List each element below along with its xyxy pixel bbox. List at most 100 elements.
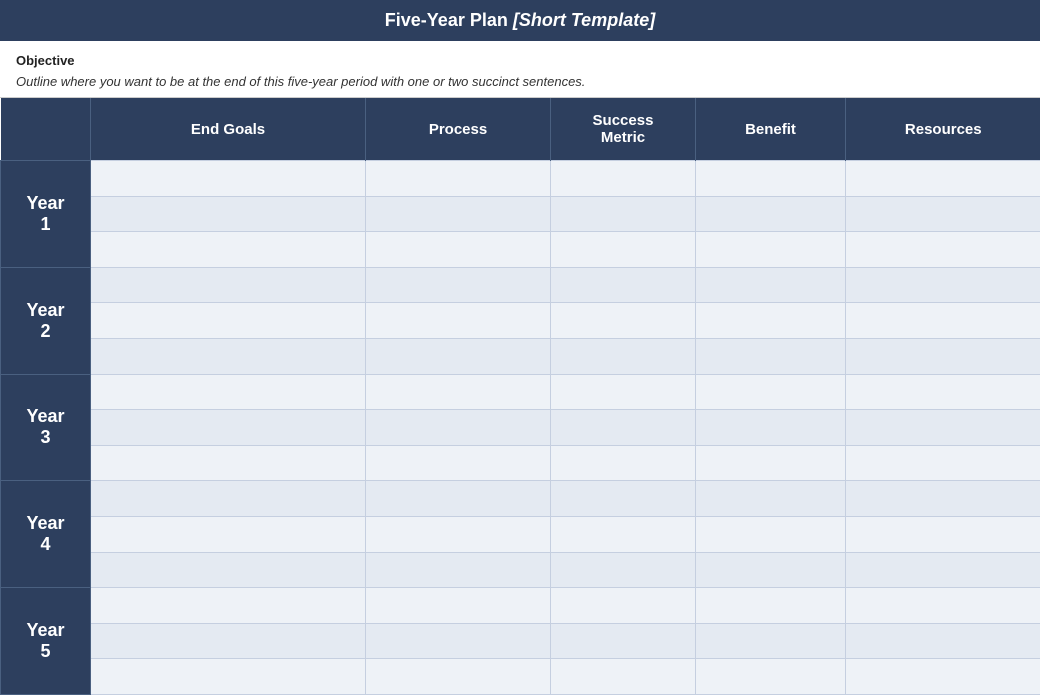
y5-metric-2[interactable]: [551, 623, 696, 659]
header-benefit: Benefit: [696, 98, 846, 161]
y4-process-3[interactable]: [366, 552, 551, 588]
y4-benefit-1[interactable]: [696, 481, 846, 517]
y2-process-3[interactable]: [366, 338, 551, 374]
y1-benefit-3[interactable]: [696, 232, 846, 268]
y3-resources-1[interactable]: [846, 374, 1040, 410]
y5-process-1[interactable]: [366, 588, 551, 624]
objective-text: Outline where you want to be at the end …: [16, 74, 1024, 89]
table-row: [1, 552, 1040, 588]
y5-benefit-1[interactable]: [696, 588, 846, 624]
y4-endgoals-1[interactable]: [91, 481, 366, 517]
y2-resources-1[interactable]: [846, 267, 1040, 303]
y1-endgoals-1[interactable]: [91, 161, 366, 197]
table-row: [1, 445, 1040, 481]
header-metric: SuccessMetric: [551, 98, 696, 161]
table-row: Year3: [1, 374, 1040, 410]
y5-endgoals-3[interactable]: [91, 659, 366, 695]
year-1-cell: Year1: [1, 161, 91, 268]
y3-endgoals-2[interactable]: [91, 410, 366, 446]
y2-endgoals-3[interactable]: [91, 338, 366, 374]
y2-metric-2[interactable]: [551, 303, 696, 339]
y4-benefit-2[interactable]: [696, 516, 846, 552]
y3-benefit-3[interactable]: [696, 445, 846, 481]
title-bar: Five-Year Plan [Short Template]: [0, 0, 1040, 41]
y1-metric-1[interactable]: [551, 161, 696, 197]
table-row: [1, 303, 1040, 339]
y2-metric-1[interactable]: [551, 267, 696, 303]
y4-process-2[interactable]: [366, 516, 551, 552]
table-row: Year1: [1, 161, 1040, 197]
y1-resources-3[interactable]: [846, 232, 1040, 268]
y4-benefit-3[interactable]: [696, 552, 846, 588]
y3-process-1[interactable]: [366, 374, 551, 410]
objective-label: Objective: [16, 53, 1024, 68]
y5-metric-1[interactable]: [551, 588, 696, 624]
y1-process-3[interactable]: [366, 232, 551, 268]
y2-metric-3[interactable]: [551, 338, 696, 374]
y3-metric-3[interactable]: [551, 445, 696, 481]
table-row: [1, 196, 1040, 232]
y5-benefit-3[interactable]: [696, 659, 846, 695]
y2-benefit-1[interactable]: [696, 267, 846, 303]
y3-benefit-2[interactable]: [696, 410, 846, 446]
y2-benefit-2[interactable]: [696, 303, 846, 339]
y3-endgoals-1[interactable]: [91, 374, 366, 410]
y5-process-2[interactable]: [366, 623, 551, 659]
y2-resources-3[interactable]: [846, 338, 1040, 374]
y2-endgoals-1[interactable]: [91, 267, 366, 303]
y4-metric-2[interactable]: [551, 516, 696, 552]
y5-benefit-2[interactable]: [696, 623, 846, 659]
y3-metric-1[interactable]: [551, 374, 696, 410]
y3-benefit-1[interactable]: [696, 374, 846, 410]
y4-metric-3[interactable]: [551, 552, 696, 588]
table-row: [1, 623, 1040, 659]
year-5-cell: Year5: [1, 588, 91, 695]
table-row: [1, 659, 1040, 695]
year-3-cell: Year3: [1, 374, 91, 481]
y4-endgoals-3[interactable]: [91, 552, 366, 588]
header-row: End Goals Process SuccessMetric Benefit …: [1, 98, 1040, 161]
y2-process-2[interactable]: [366, 303, 551, 339]
y4-process-1[interactable]: [366, 481, 551, 517]
y1-process-1[interactable]: [366, 161, 551, 197]
table-row: [1, 232, 1040, 268]
y1-resources-2[interactable]: [846, 196, 1040, 232]
y1-metric-3[interactable]: [551, 232, 696, 268]
y5-metric-3[interactable]: [551, 659, 696, 695]
y1-metric-2[interactable]: [551, 196, 696, 232]
table-row: [1, 338, 1040, 374]
y5-resources-1[interactable]: [846, 588, 1040, 624]
y4-resources-3[interactable]: [846, 552, 1040, 588]
y3-process-2[interactable]: [366, 410, 551, 446]
y5-resources-2[interactable]: [846, 623, 1040, 659]
y2-benefit-3[interactable]: [696, 338, 846, 374]
y1-benefit-1[interactable]: [696, 161, 846, 197]
title-prefix: Five-Year Plan: [385, 10, 513, 30]
title-italic: [Short Template]: [513, 10, 655, 30]
y2-process-1[interactable]: [366, 267, 551, 303]
y3-endgoals-3[interactable]: [91, 445, 366, 481]
y4-resources-2[interactable]: [846, 516, 1040, 552]
y1-process-2[interactable]: [366, 196, 551, 232]
objective-section: Objective Outline where you want to be a…: [0, 41, 1040, 98]
header-endgoals: End Goals: [91, 98, 366, 161]
y2-endgoals-2[interactable]: [91, 303, 366, 339]
y4-metric-1[interactable]: [551, 481, 696, 517]
y5-process-3[interactable]: [366, 659, 551, 695]
table-row: Year2: [1, 267, 1040, 303]
y1-benefit-2[interactable]: [696, 196, 846, 232]
y5-endgoals-2[interactable]: [91, 623, 366, 659]
y2-resources-2[interactable]: [846, 303, 1040, 339]
y5-endgoals-1[interactable]: [91, 588, 366, 624]
y3-process-3[interactable]: [366, 445, 551, 481]
y4-endgoals-2[interactable]: [91, 516, 366, 552]
y3-resources-2[interactable]: [846, 410, 1040, 446]
y5-resources-3[interactable]: [846, 659, 1040, 695]
y4-resources-1[interactable]: [846, 481, 1040, 517]
y1-resources-1[interactable]: [846, 161, 1040, 197]
y3-metric-2[interactable]: [551, 410, 696, 446]
y1-endgoals-3[interactable]: [91, 232, 366, 268]
table-row: Year5: [1, 588, 1040, 624]
y1-endgoals-2[interactable]: [91, 196, 366, 232]
y3-resources-3[interactable]: [846, 445, 1040, 481]
